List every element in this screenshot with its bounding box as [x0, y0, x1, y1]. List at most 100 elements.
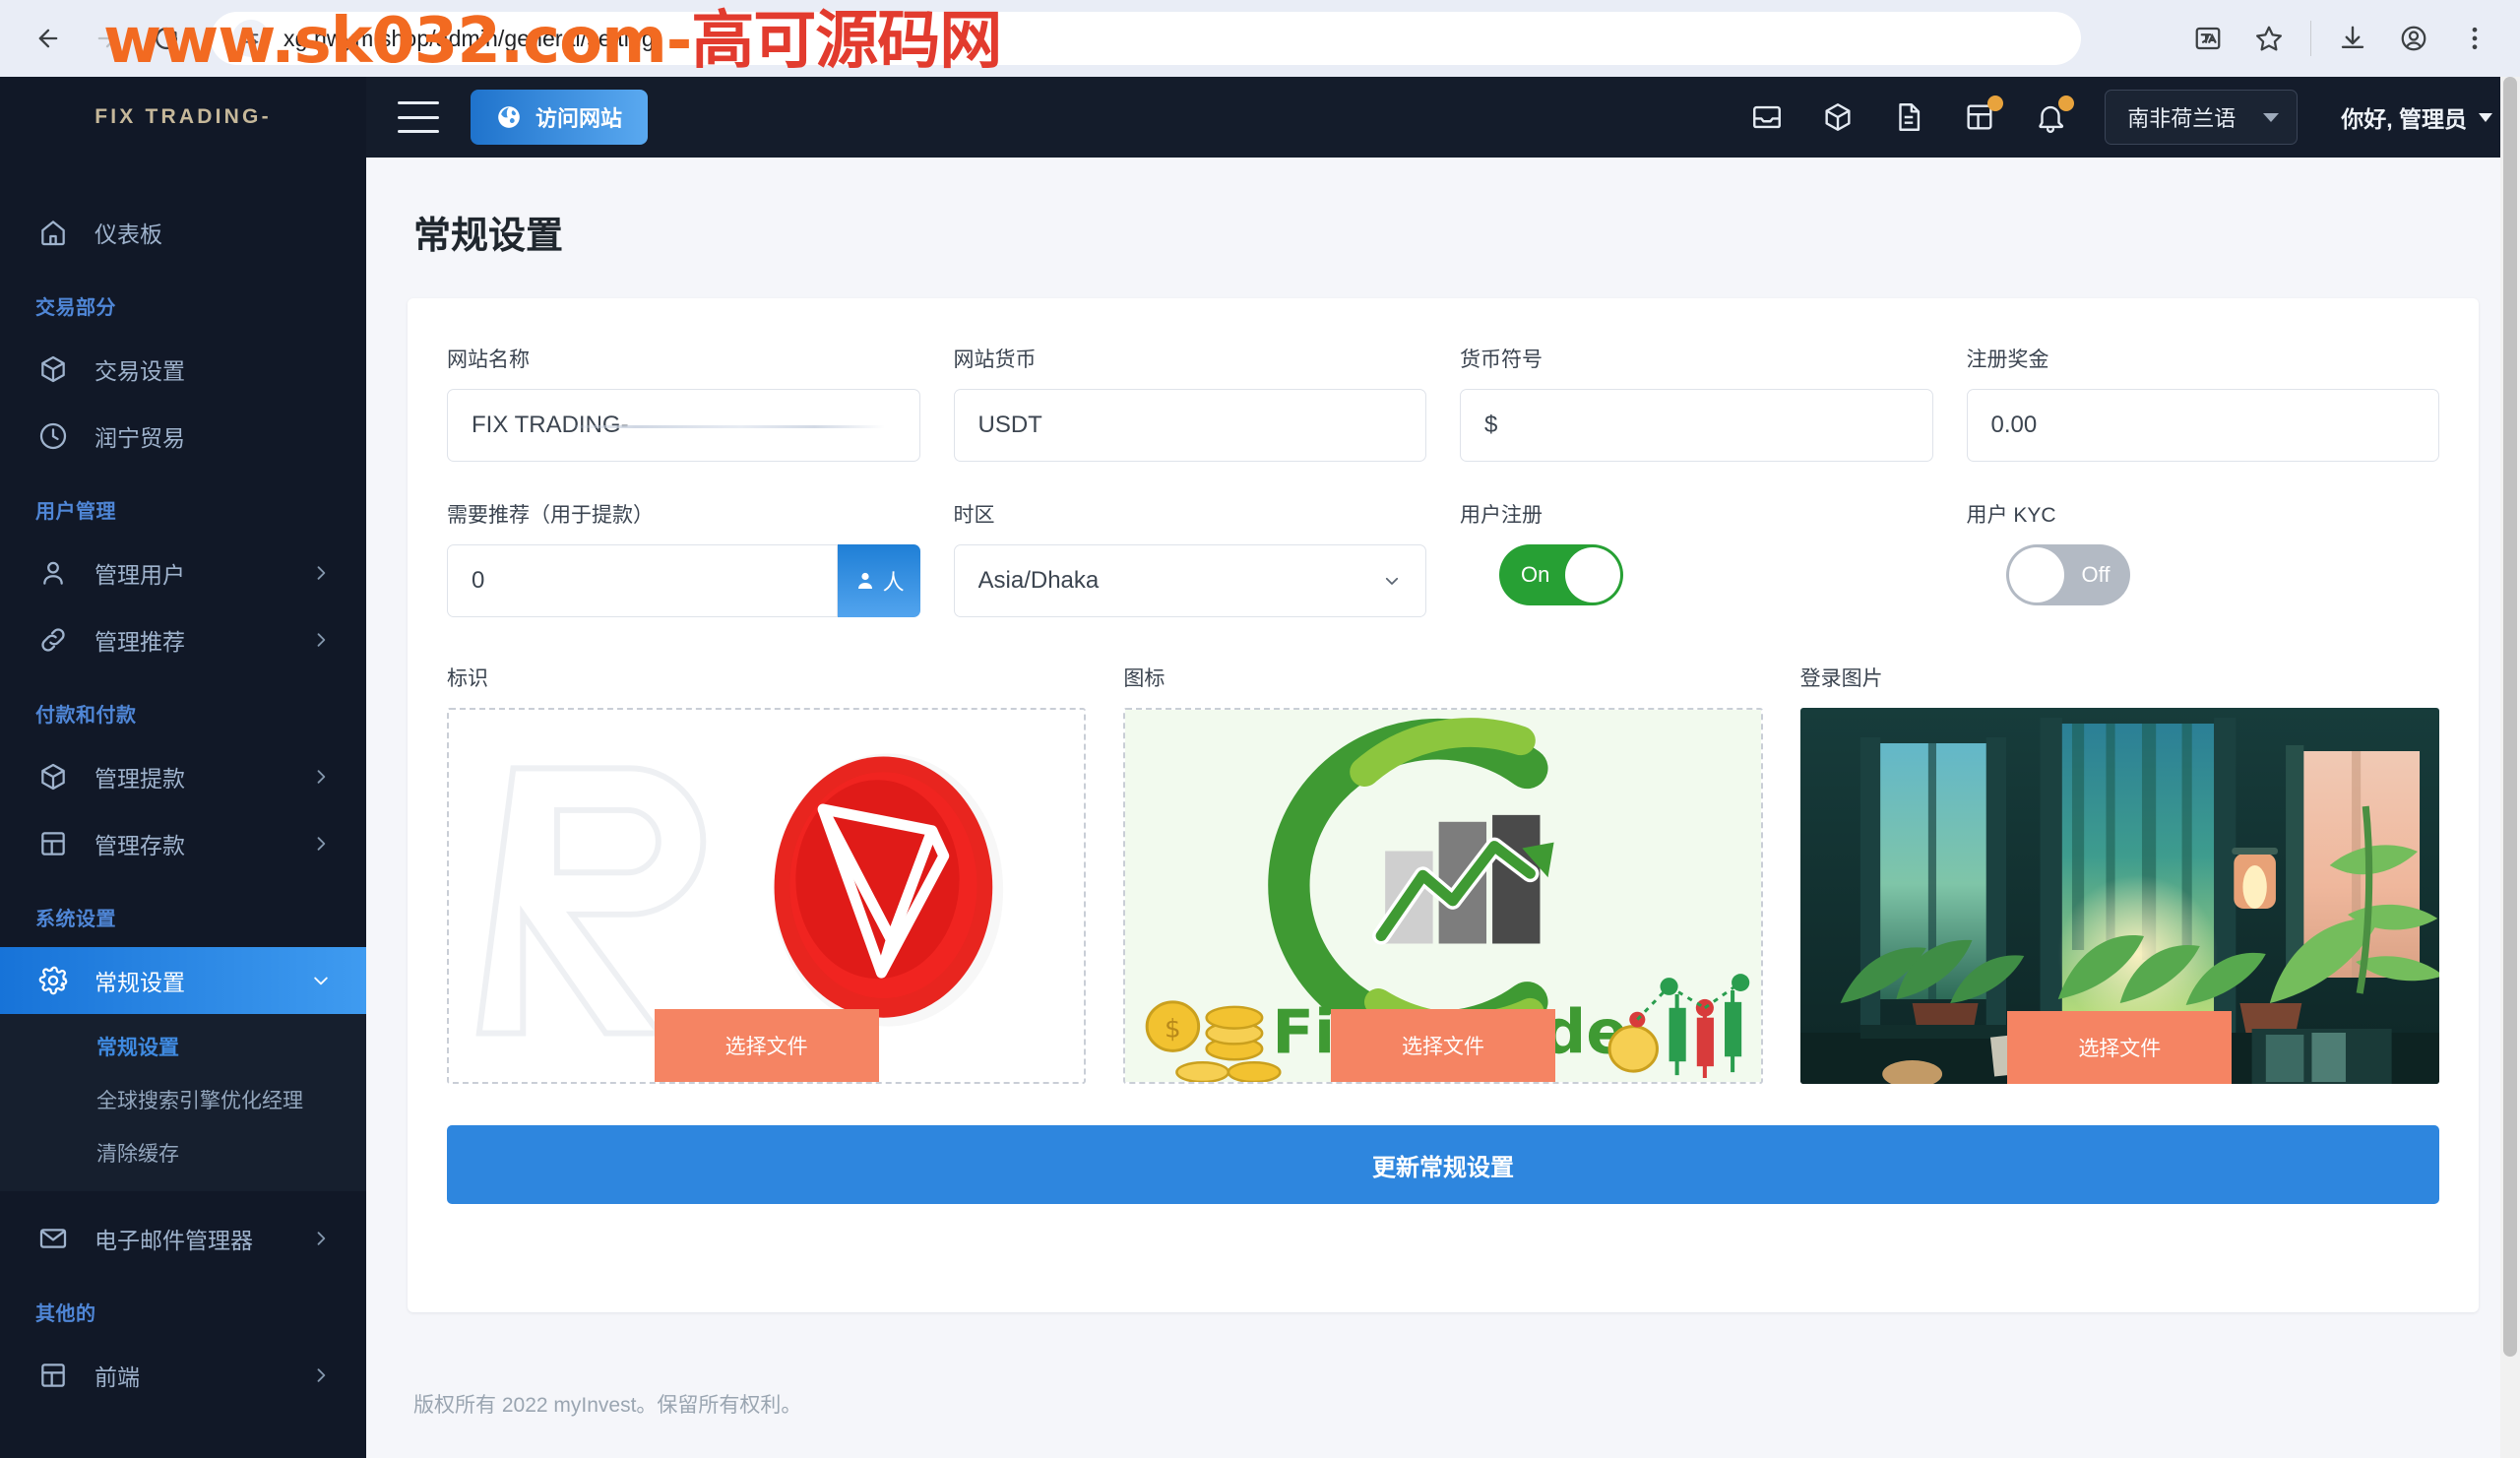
download-icon[interactable]	[2333, 19, 2372, 58]
package-icon	[37, 761, 69, 792]
reload-icon[interactable]	[144, 16, 189, 61]
sidebar-submenu-general-settings: 常规设置 全球搜索引擎优化经理 清除缓存	[0, 1014, 366, 1191]
signup-bonus-input[interactable]	[1966, 389, 2439, 462]
sidebar-subitem-general-settings[interactable]: 常规设置	[0, 1020, 366, 1073]
field-label: 用户 KYC	[1966, 504, 2056, 527]
general-settings-card: 网站名称 网站货币 货币符号 注册奖金	[408, 298, 2479, 1312]
sidebar-section-others: 其他的	[35, 1303, 96, 1325]
home-icon	[37, 217, 69, 248]
chevron-down-icon	[311, 971, 331, 990]
currency-symbol-input[interactable]	[1460, 389, 1933, 462]
browser-chrome: xg.hwym.shop/admin/general/setting	[0, 0, 2520, 77]
language-value: 南非荷兰语	[2127, 106, 2236, 131]
sidebar-item-manage-withdrawals[interactable]: 管理提款	[0, 743, 366, 810]
field-user-kyc: 用户 KYC Off	[1967, 499, 2440, 617]
bell-icon[interactable]	[2034, 95, 2075, 134]
timezone-select[interactable]	[953, 544, 1426, 617]
sidebar-item-runing-trade[interactable]: 润宁贸易	[0, 403, 366, 470]
sidebar-section-users: 用户管理	[35, 501, 116, 523]
field-signup-bonus: 注册奖金	[1966, 344, 2439, 462]
logo-dropzone[interactable]: 选择文件	[447, 708, 1087, 1084]
user-icon	[853, 569, 877, 593]
language-selector[interactable]: 南非荷兰语	[2105, 90, 2299, 145]
upload-label: 图标	[1123, 667, 1166, 690]
field-label: 网站名称	[447, 349, 530, 371]
field-label: 网站货币	[953, 349, 1037, 371]
page-title: 常规设置	[413, 216, 564, 257]
toggle-knob	[2008, 547, 2064, 602]
sidebar-item-general-settings[interactable]: 常规设置	[0, 947, 366, 1014]
sidebar-item-label: 管理存款	[94, 833, 185, 858]
login-image-dropzone[interactable]: 选择文件	[1799, 708, 2439, 1084]
globe-icon	[496, 104, 522, 130]
visit-site-button[interactable]: 访问网站	[471, 90, 649, 145]
kebab-menu-icon[interactable]	[2455, 19, 2494, 58]
field-label: 用户注册	[1460, 504, 1543, 527]
site-name-input[interactable]	[447, 389, 920, 462]
svg-text:$: $	[1165, 1015, 1181, 1045]
referral-needed-input[interactable]	[447, 544, 838, 617]
chevron-right-icon	[311, 630, 331, 650]
document-icon[interactable]	[1892, 100, 1925, 134]
upload-label: 标识	[447, 667, 488, 690]
toolbar-divider	[2310, 21, 2311, 56]
toggle-knob	[1565, 547, 1620, 602]
sidebar-item-manage-deposits[interactable]: 管理存款	[0, 810, 366, 877]
inbox-icon[interactable]	[1750, 100, 1784, 134]
sidebar-section-payments: 付款和付款	[35, 705, 137, 727]
forward-arrow-icon	[85, 16, 130, 61]
layout-icon[interactable]	[1963, 95, 2004, 134]
layout-icon	[37, 1360, 69, 1391]
field-timezone: 时区	[953, 499, 1426, 617]
sidebar-item-label: 常规设置	[94, 970, 185, 995]
logo-choose-file-button[interactable]: 选择文件	[654, 1009, 879, 1082]
login-image-choose-file-button[interactable]: 选择文件	[2007, 1011, 2233, 1084]
mail-icon	[37, 1223, 69, 1254]
sidebar-subitem-clear-cache[interactable]: 清除缓存	[0, 1126, 366, 1179]
brand-logo[interactable]: FIX TRADING-	[0, 77, 366, 158]
icon-dropzone[interactable]: Fi de $ 选择文件	[1123, 708, 1763, 1084]
user-greeting: 你好, 管理员	[2341, 106, 2467, 132]
sidebar-item-trade-settings[interactable]: 交易设置	[0, 336, 366, 403]
main-content: 常规设置 网站名称 网站货币 货币符号	[366, 158, 2520, 1458]
scrollbar-thumb[interactable]	[2503, 77, 2517, 1357]
field-label: 需要推荐（用于提款）	[447, 504, 654, 527]
back-arrow-icon[interactable]	[26, 16, 71, 61]
site-settings-icon[interactable]	[232, 20, 270, 57]
chevron-right-icon	[311, 834, 331, 854]
form-row-2: 需要推荐（用于提款） 人 时区	[447, 499, 2439, 617]
profile-icon[interactable]	[2394, 19, 2433, 58]
sidebar: FIX TRADING- 仪表板 交易部分 交易设置 润宁贸易 用户管理 管理用…	[0, 77, 366, 1458]
field-site-name: 网站名称	[447, 344, 920, 462]
sidebar-section-system: 系统设置	[35, 909, 116, 930]
site-currency-input[interactable]	[953, 389, 1426, 462]
sidebar-item-label: 管理推荐	[94, 629, 185, 655]
sidebar-item-manage-referrals[interactable]: 管理推荐	[0, 606, 366, 673]
sidebar-item-manage-users[interactable]: 管理用户	[0, 539, 366, 606]
icon-choose-file-button[interactable]: 选择文件	[1330, 1009, 1555, 1082]
sidebar-item-dashboard[interactable]: 仪表板	[0, 199, 366, 266]
user-kyc-toggle[interactable]: Off	[2005, 544, 2130, 605]
package-icon[interactable]	[1821, 100, 1855, 134]
sidebar-subitem-global-seo-manager[interactable]: 全球搜索引擎优化经理	[0, 1073, 366, 1126]
copyright-text: 版权所有 2022 myInvest。保留所有权利。	[413, 1394, 802, 1417]
star-icon[interactable]	[2249, 19, 2289, 58]
address-bar[interactable]: xg.hwym.shop/admin/general/setting	[211, 12, 2081, 65]
referral-unit-addon[interactable]: 人	[837, 544, 920, 617]
field-referral-needed: 需要推荐（用于提款） 人	[447, 499, 920, 617]
sidebar-item-frontend[interactable]: 前端	[0, 1342, 366, 1409]
url-text: xg.hwym.shop/admin/general/setting	[284, 25, 655, 51]
translate-icon[interactable]	[2188, 19, 2228, 58]
chevron-right-icon	[311, 767, 331, 787]
topbar-right: 南非荷兰语 你好, 管理员	[1750, 90, 2492, 145]
user-menu[interactable]: 你好, 管理员	[2341, 100, 2492, 134]
sidebar-section-trading: 交易部分	[35, 297, 116, 319]
page-scrollbar[interactable]	[2500, 77, 2520, 1458]
sidebar-item-email-manager[interactable]: 电子邮件管理器	[0, 1205, 366, 1272]
field-currency-symbol: 货币符号	[1460, 344, 1933, 462]
hamburger-icon[interactable]	[398, 101, 439, 133]
field-user-registration: 用户注册 On	[1460, 499, 1933, 617]
user-registration-toggle[interactable]: On	[1499, 544, 1623, 605]
upload-label: 登录图片	[1799, 667, 1883, 690]
update-general-settings-button[interactable]: 更新常规设置	[447, 1125, 2439, 1204]
